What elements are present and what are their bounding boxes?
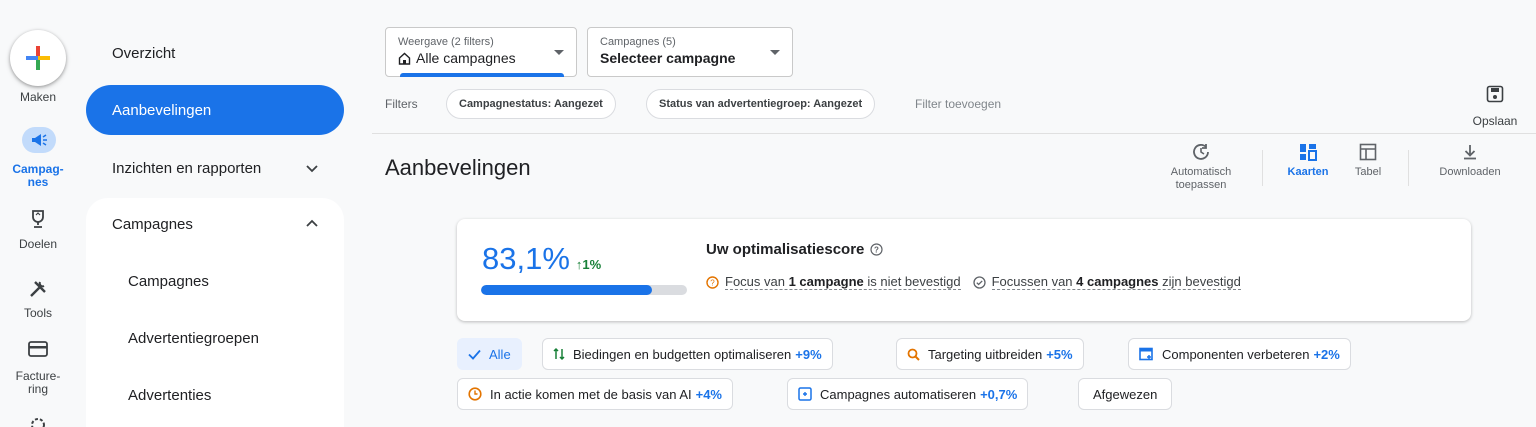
trophy-icon[interactable] [24, 207, 52, 231]
score-value: 83,1% ↑1% [482, 241, 602, 276]
score-title: Uw optimalisatiescore ? [706, 241, 883, 258]
category-targeting[interactable]: Targeting uitbreiden +5% [896, 338, 1084, 370]
campaigns-rail-label: Campag-nes [12, 162, 64, 189]
focus-status: ? Focus van 1 campagne is niet bevestigd… [706, 274, 1241, 290]
warning-help-icon: ? [706, 275, 719, 289]
credit-card-icon[interactable] [24, 337, 52, 361]
help-icon[interactable]: ? [870, 243, 883, 256]
toolbar-separator [1262, 150, 1263, 186]
svg-text:?: ? [874, 246, 879, 255]
filters-label: Filters [385, 97, 418, 111]
sidebar-subitem-ads[interactable]: Advertenties [86, 375, 344, 415]
divider [372, 133, 1536, 134]
category-bids-budgets[interactable]: Biedingen en budgetten optimaliseren +9% [542, 338, 833, 370]
search-icon [907, 348, 920, 361]
toolbar-separator [1408, 150, 1409, 186]
view-dropdown-indicator [400, 73, 564, 77]
sidebar-item-recommendations[interactable]: Aanbevelingen [86, 85, 344, 135]
confirmed-focus-link[interactable]: Focussen van 4 campagnes zijn bevestigd [991, 274, 1241, 290]
cards-view-button[interactable]: Kaarten [1280, 142, 1336, 179]
sidebar-item-campaigns[interactable]: Campagnes [86, 199, 344, 249]
megaphone-icon [25, 128, 53, 152]
billing-rail-label: Facture-ring [15, 369, 61, 396]
category-automate[interactable]: Campagnes automatiseren +0,7% [787, 378, 1029, 410]
sidebar-item-label: Inzichten en rapporten [112, 159, 262, 177]
dropdown-arrow-icon [770, 50, 780, 55]
unconfirmed-focus-link[interactable]: Focus van 1 campagne is niet bevestigd [725, 274, 961, 290]
category-ai-essentials[interactable]: In actie komen met de basis van AI +4% [457, 378, 733, 410]
filter-chip-campaign-status[interactable]: Campagnestatus: Aangezet [446, 89, 616, 119]
check-circle-icon [972, 275, 986, 289]
table-view-button[interactable]: Tabel [1346, 142, 1390, 179]
create-button[interactable] [10, 30, 66, 86]
tools-icon[interactable] [24, 277, 52, 301]
gear-icon[interactable] [24, 413, 52, 427]
auto-apply-icon [1193, 144, 1209, 160]
automate-icon [798, 387, 812, 401]
score-delta: ↑1% [575, 257, 602, 272]
add-filter-button[interactable]: Filter toevoegen [915, 97, 1001, 111]
plus-icon [26, 46, 50, 70]
chevron-down-icon [306, 165, 318, 173]
category-all[interactable]: Alle [457, 338, 522, 370]
sidebar-subitem-adgroups[interactable]: Advertentiegroepen [86, 318, 344, 358]
ai-icon [468, 387, 482, 401]
sidebar-item-overview[interactable]: Overzicht [86, 28, 344, 78]
save-icon [1486, 85, 1504, 103]
sidebar-item-insights[interactable]: Inzichten en rapporten [86, 143, 344, 193]
category-assets[interactable]: Componenten verbeteren +2% [1128, 338, 1351, 370]
svg-text:?: ? [710, 278, 715, 287]
tools-rail-label: Tools [23, 306, 52, 320]
save-button[interactable]: Opslaan [1470, 85, 1520, 128]
create-label: Maken [19, 90, 57, 104]
home-icon [398, 52, 411, 65]
filter-chip-adgroup-status[interactable]: Status van advertentiegroep: Aangezet [646, 89, 876, 119]
view-dropdown-label: Weergave (2 filters) [398, 36, 494, 48]
chevron-up-icon [306, 219, 318, 227]
cards-icon [1300, 144, 1317, 161]
optimization-score-card: 83,1% ↑1% Uw optimalisatiescore ? ? Focu… [457, 219, 1471, 321]
sidebar: Overzicht Aanbevelingen Inzichten en rap… [86, 0, 344, 427]
category-dismissed[interactable]: Afgewezen [1078, 378, 1173, 410]
auto-apply-button[interactable]: Automatisch toepassen [1160, 142, 1242, 192]
download-icon [1464, 145, 1476, 160]
score-progress-fill [481, 285, 653, 295]
download-button[interactable]: Downloaden [1428, 142, 1512, 179]
sidebar-item-label: Campagnes [112, 215, 193, 233]
left-rail: Maken Campag-nes Doelen Tools Facture-ri… [0, 0, 80, 427]
dropdown-arrow-icon [554, 50, 564, 55]
check-icon [468, 349, 481, 360]
swap-vertical-icon [553, 347, 565, 361]
campaign-dropdown-value: Selecteer campagne [600, 50, 736, 66]
view-dropdown[interactable]: Weergave (2 filters) Alle campagnes [385, 27, 577, 77]
view-dropdown-value: Alle campagnes [398, 49, 564, 67]
sidebar-subitem-campaigns[interactable]: Campagnes [86, 261, 344, 301]
page-title: Aanbevelingen [385, 155, 531, 180]
save-label: Opslaan [1472, 114, 1518, 128]
campaign-dropdown[interactable]: Campagnes (5) Selecteer campagne [587, 27, 793, 77]
goals-rail-label: Doelen [18, 237, 58, 251]
asset-add-icon [1139, 347, 1153, 361]
score-progress-bar [481, 285, 687, 295]
campaign-dropdown-label: Campagnes (5) [600, 36, 676, 48]
table-icon [1359, 143, 1377, 161]
